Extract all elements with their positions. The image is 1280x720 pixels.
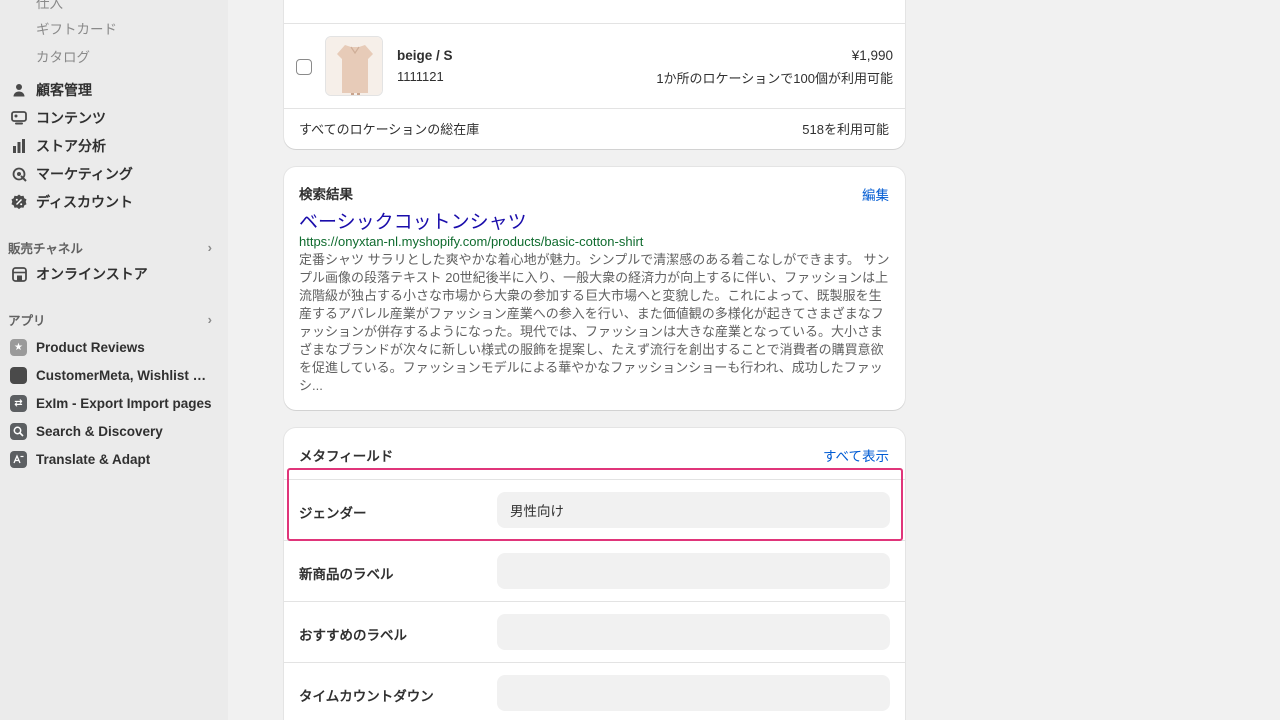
metafield-input-recommended[interactable]: [497, 614, 890, 650]
app-item-translate-adapt[interactable]: Translate & Adapt: [8, 446, 220, 472]
app-item-search-discovery[interactable]: Search & Discovery: [8, 418, 220, 444]
metafield-label-countdown: タイムカウントダウン: [299, 689, 434, 704]
description-line: を促進している。ファッションモデルによる華やかなファッションショーも行われ、成功…: [299, 360, 883, 375]
sidebar-item-label: マーケティング: [36, 166, 133, 182]
row-divider: [284, 601, 905, 602]
search-preview-url: https://onyxtan-nl.myshopify.com/product…: [299, 234, 644, 249]
description-line: シ...: [299, 378, 323, 393]
app-label: Product Reviews: [36, 339, 145, 355]
star-icon: ★: [10, 338, 27, 356]
chevron-right-icon: ›: [207, 240, 212, 255]
metafield-input-new-product[interactable]: [497, 553, 890, 589]
sidebar-item-content[interactable]: コンテンツ: [8, 105, 220, 131]
sales-channels-heading: 販売チャネル: [8, 242, 83, 256]
metafields-heading: メタフィールド: [299, 449, 394, 464]
sidebar-item-customers[interactable]: 顧客管理: [8, 77, 220, 103]
translate-icon: [10, 450, 27, 468]
row-divider: [284, 23, 905, 24]
total-inventory-value: 518を利用可能: [802, 122, 889, 137]
person-icon: [9, 80, 29, 100]
sidebar-item-label: 顧客管理: [36, 82, 92, 98]
edit-link[interactable]: 編集: [862, 184, 889, 204]
app-label: ExIm - Export Import pages: [36, 395, 212, 411]
description-line: 定番シャツ サラリとした爽やかな着心地が魅力。シンプルで清潔感のある着こなしがで…: [299, 252, 890, 267]
view-all-link[interactable]: すべて表示: [823, 445, 889, 465]
description-line: 流階級が独占する小さな市場から大衆の参加する巨大市場へと変貌した。これによって、…: [299, 288, 882, 303]
sidebar-subitem-gift-cards[interactable]: ギフトカード: [36, 18, 117, 38]
apps-heading: アプリ: [8, 314, 46, 328]
sidebar-subitem-catalogs[interactable]: カタログ: [36, 46, 90, 66]
variant-checkbox[interactable]: [296, 59, 312, 75]
highlight-frame: [287, 468, 903, 541]
sidebar-item-label: オンラインストア: [36, 266, 148, 282]
target-icon: [9, 164, 29, 184]
app-label: Translate & Adapt: [36, 451, 151, 467]
sidebar-item-label: ディスカウント: [36, 194, 134, 210]
row-divider: [284, 662, 905, 663]
sidebar-item-marketing[interactable]: マーケティング: [8, 161, 220, 187]
sidebar: 仕入 ギフトカード カタログ 顧客管理 コンテンツ ストア分析 マーケティング …: [0, 0, 228, 720]
description-line: 産するアパレル産業がファッション産業への参入を行い、また価値観の多様化が起きてさ…: [299, 306, 884, 321]
app-item-product-reviews[interactable]: ★ Product Reviews: [8, 334, 220, 360]
sidebar-subitem-purchase[interactable]: 仕入: [36, 0, 63, 12]
variant-sku: 1111121: [397, 69, 444, 84]
chevron-right-icon: ›: [207, 312, 212, 327]
metafield-label-new-product: 新商品のラベル: [299, 567, 394, 582]
row-divider: [284, 108, 905, 109]
variant-name: beige / S: [397, 48, 453, 63]
search-preview-title: ベーシックコットンシャツ: [299, 212, 527, 233]
content-icon: [9, 108, 29, 128]
variants-card: beige / S 1111121 ¥1,990 1か所のロケーションで100個…: [284, 0, 905, 149]
search-preview-card: 検索結果 編集 ベーシックコットンシャツ https://onyxtan-nl.…: [284, 167, 905, 410]
store-icon: [9, 264, 29, 284]
metafield-label-recommended: おすすめのラベル: [299, 628, 407, 643]
discount-icon: [9, 192, 29, 212]
search-icon: [10, 422, 27, 440]
sidebar-item-discounts[interactable]: ディスカウント: [8, 189, 220, 215]
app-label: CustomerMeta, Wishlist C...: [36, 367, 212, 383]
variant-availability: 1か所のロケーションで100個が利用可能: [656, 71, 893, 86]
sidebar-item-analytics[interactable]: ストア分析: [8, 133, 220, 159]
search-preview-description: 定番シャツ サラリとした爽やかな着心地が魅力。シンプルで清潔感のある着こなしがで…: [299, 251, 894, 395]
app-item-exim[interactable]: ⇄ ExIm - Export Import pages: [8, 390, 220, 416]
sidebar-item-label: コンテンツ: [36, 110, 106, 126]
sidebar-item-label: ストア分析: [36, 138, 106, 154]
sidebar-item-online-store[interactable]: オンラインストア: [8, 261, 220, 287]
app-icon: [10, 366, 27, 384]
bar-chart-icon: [9, 136, 29, 156]
exchange-icon: ⇄: [10, 394, 27, 412]
variant-price: ¥1,990: [851, 48, 893, 63]
sales-channels-section[interactable]: 販売チャネル ›: [8, 238, 212, 257]
variant-thumbnail: [325, 36, 383, 96]
search-preview-heading: 検索結果: [299, 187, 353, 202]
description-line: ざまなブランドが次々に新しい様式の服飾を提案し、たえず流行を創出することで消費者…: [299, 342, 884, 357]
app-item-customermeta[interactable]: CustomerMeta, Wishlist C...: [8, 362, 220, 388]
total-inventory-label: すべてのロケーションの総在庫: [299, 122, 480, 137]
description-line: ァッションが併存するようになった。現代では、ファッションは大きな産業となっている…: [299, 324, 883, 339]
metafield-input-countdown[interactable]: [497, 675, 890, 711]
app-label: Search & Discovery: [36, 423, 163, 439]
description-line: プル画像の段落テキスト 20世紀後半に入り、一般大衆の経済力が向上するに伴い、フ…: [299, 270, 889, 285]
apps-section[interactable]: アプリ ›: [8, 310, 212, 329]
